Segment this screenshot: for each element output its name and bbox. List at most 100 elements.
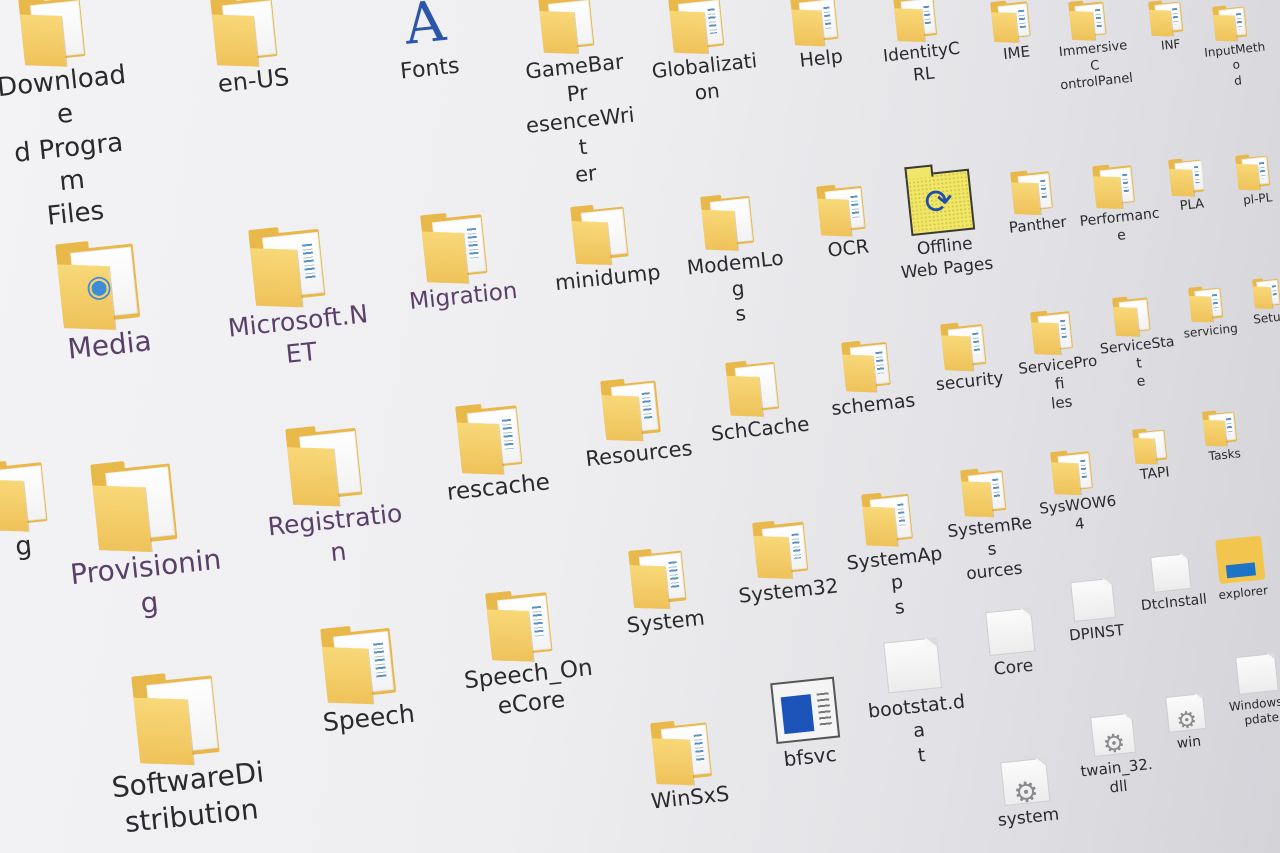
file-item-speech-onecore[interactable]: Speech_On eCore — [453, 583, 599, 726]
folder-icon — [700, 191, 761, 251]
folder-icon — [538, 0, 601, 54]
file-icon — [1070, 577, 1117, 622]
file-item-label: system — [996, 804, 1061, 831]
folder-icon — [1168, 156, 1210, 197]
folder-icon — [892, 0, 943, 43]
folder-icon — [1202, 408, 1241, 447]
file-item-label: TAPI — [1139, 464, 1171, 484]
file-item-gamebarpresencewriter[interactable]: GameBarPr esenceWrit er — [512, 0, 642, 193]
file-item-offlineweb-pages[interactable]: ⟳ Offline Web Pages — [876, 166, 1009, 287]
file-item-tapi[interactable]: TAPI — [1116, 424, 1189, 487]
file-item-fonts[interactable]: A Fonts — [365, 0, 488, 90]
file-item-identitycrl[interactable]: IdentityCRL — [872, 0, 968, 91]
file-item-microsoft-net[interactable]: Microsoft.N ET — [212, 218, 378, 377]
file-item-label: Panther — [1008, 212, 1068, 237]
file-item-label: Performanc e — [1078, 205, 1161, 244]
file-item-win[interactable]: ⚙ win — [1148, 691, 1226, 756]
file-item-help[interactable]: Help — [767, 0, 869, 76]
file-item-panther[interactable]: Panther — [990, 166, 1080, 240]
file-item-twain-32-dll[interactable]: ⚙ twain_32.dll — [1071, 711, 1159, 801]
file-item-ime[interactable]: IME — [971, 0, 1057, 67]
file-item-schemas[interactable]: schemas — [817, 335, 924, 422]
folder-icon — [628, 545, 694, 610]
file-item-softwaredistribution[interactable]: SoftwareDi stribution — [89, 663, 280, 843]
file-item-serviceprofiles[interactable]: ServiceProfi les — [1010, 306, 1104, 418]
file-item-resources[interactable]: Resources — [572, 372, 699, 474]
folder-icon — [454, 399, 532, 475]
file-item-globalization[interactable]: Globalizati on — [642, 0, 763, 110]
file-item-label: ServiceProfi les — [1017, 351, 1099, 413]
file-item-en-us[interactable]: en-US — [178, 0, 321, 103]
file-item-provisioning[interactable]: Provisionin g — [49, 451, 236, 630]
file-item-system32[interactable]: System32 — [726, 514, 844, 610]
file-item-media[interactable]: ◉ Media — [15, 231, 194, 372]
folder-icon — [668, 0, 731, 54]
folder-icon — [1112, 294, 1156, 337]
file-item-rescache[interactable]: rescache — [423, 396, 566, 510]
file-item-pl-pl[interactable]: pl-PL — [1219, 150, 1280, 210]
file-item-windowsupdate[interactable]: WindowsU pdate — [1217, 651, 1280, 731]
file-item-label: Provisionin g — [68, 542, 223, 620]
file-item-label: Offline Web Pages — [900, 233, 995, 283]
file-item-speech[interactable]: Speech — [285, 617, 444, 742]
file-item-label: DtcInstall — [1140, 591, 1208, 615]
gear-file-icon: ⚙ — [1165, 693, 1207, 735]
file-item-core[interactable]: Core — [964, 605, 1058, 683]
file-item-security[interactable]: security — [918, 317, 1016, 398]
file-item-label: Core — [992, 655, 1035, 680]
folder-icon — [1092, 162, 1140, 209]
file-item-systemresources[interactable]: SystemRes ources — [938, 463, 1041, 587]
file-item-syswow64[interactable]: SysWOW64 — [1030, 446, 1122, 539]
folder-icon — [285, 421, 373, 507]
file-item-label: PLA — [1179, 196, 1205, 214]
file-item-performance[interactable]: Performanc e — [1072, 160, 1164, 250]
file-item-label: ServiceStat e — [1099, 333, 1176, 390]
folder-icon — [1212, 3, 1251, 42]
file-item-label: InputMetho d — [1203, 39, 1266, 88]
file-item-label: servicing — [1183, 320, 1239, 341]
folder-icon — [209, 0, 287, 67]
file-item-system[interactable]: System — [601, 542, 724, 641]
file-item-registration[interactable]: Registratio n — [249, 417, 415, 576]
folder-icon — [725, 357, 786, 417]
explorer-icon — [1214, 535, 1265, 585]
file-item-label: OCR — [826, 235, 871, 262]
folder-icon — [419, 208, 497, 284]
file-item-schcache[interactable]: SchCache — [700, 354, 814, 447]
file-item-downloaded-programfiles[interactable]: Downloade d Program Files — [0, 0, 143, 238]
file-item-pla[interactable]: PLA — [1151, 154, 1229, 218]
bfsvc-icon — [770, 676, 841, 745]
file-item-immersivecontrolpanel[interactable]: ImmersiveC ontrolPanel — [1050, 0, 1135, 95]
file-item-systemapps[interactable]: SystemApp s — [836, 487, 952, 625]
file-item-minidump[interactable]: minidump — [543, 198, 666, 297]
file-item-label: bootstat.da t — [866, 690, 967, 767]
file-item-modemlogs[interactable]: ModemLog s — [675, 188, 794, 332]
file-item-label: IME — [1002, 42, 1031, 64]
file-item-label: en-US — [216, 62, 291, 99]
file-item-winsxs[interactable]: WinSxS — [621, 714, 752, 818]
folder-icon — [789, 0, 845, 47]
file-item-servicing[interactable]: servicing — [1172, 282, 1245, 342]
file-item-servicestate[interactable]: ServiceStat e — [1094, 292, 1180, 395]
file-item-dpinst[interactable]: DPINST — [1051, 576, 1137, 647]
file-icon — [882, 637, 942, 694]
file-item-setup[interactable]: Setup — [1238, 275, 1280, 329]
folder-icon — [1050, 448, 1098, 495]
folder-icon — [484, 586, 562, 662]
folder-icon — [600, 375, 668, 442]
file-item-migration[interactable]: Migration — [388, 205, 531, 319]
file-item-system[interactable]: ⚙ system — [979, 755, 1073, 833]
file-item-label: WinSxS — [649, 781, 731, 814]
file-item-tasks[interactable]: Tasks — [1186, 406, 1259, 466]
file-item-label: ModemLog s — [685, 245, 785, 327]
file-item-inputmethod[interactable]: InputMetho d — [1196, 1, 1272, 92]
file-item-label: Media — [65, 324, 154, 366]
file-item-inf[interactable]: INF — [1132, 0, 1205, 57]
file-icon — [1235, 652, 1279, 695]
file-item-label: schemas — [830, 389, 917, 420]
file-item-bootstat-dat[interactable]: bootstat.da t — [858, 635, 974, 773]
file-item-bfsvc[interactable]: bfsvc — [741, 674, 872, 777]
file-item-explorer[interactable]: explorer — [1194, 533, 1280, 605]
file-item-label: SoftwareDi stribution — [110, 755, 266, 839]
folder-icon — [752, 517, 815, 579]
